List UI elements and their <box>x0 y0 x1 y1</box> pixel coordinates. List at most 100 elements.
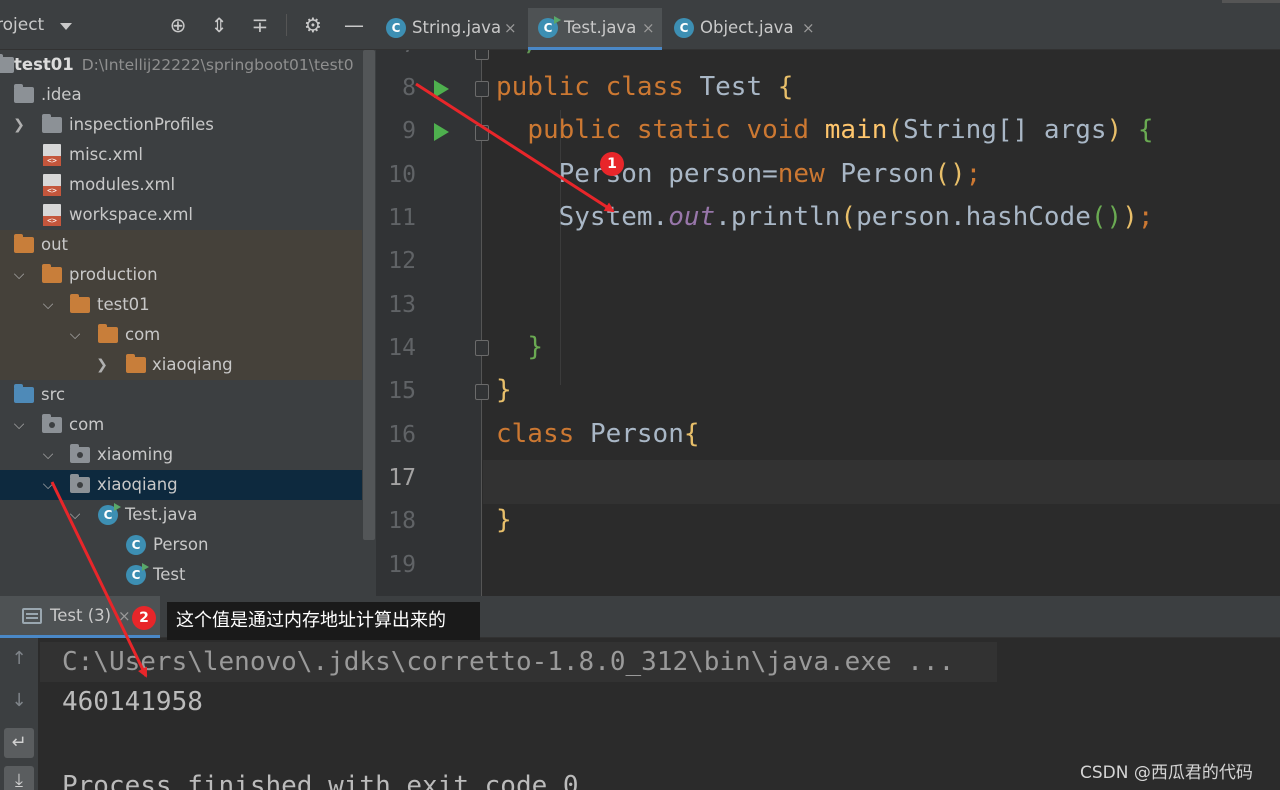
tree-item-com[interactable]: ⌵ com <box>0 410 362 440</box>
annotation-tooltip: 这个值是通过内存地址计算出来的 <box>167 602 480 640</box>
chevron-down-icon[interactable]: ⌵ <box>11 260 27 290</box>
chevron-down-icon[interactable]: ⌵ <box>40 470 56 500</box>
header-divider <box>286 14 287 36</box>
minimize-icon[interactable]: — <box>342 13 366 37</box>
tree-item-inspectionprofiles[interactable]: ❯ inspectionProfiles <box>0 110 362 140</box>
semicolon: ; <box>965 159 982 189</box>
tree-item-xiaoqiang-output[interactable]: ❯ xiaoqiang <box>0 350 362 380</box>
folder-icon <box>42 114 62 133</box>
method-name: main <box>824 115 888 145</box>
chevron-down-icon[interactable]: ⌵ <box>67 500 83 530</box>
tree-item-test01-module[interactable]: test01 D:\Intellij22222\springboot01\test… <box>0 50 362 80</box>
semicolon: ; <box>1137 202 1154 232</box>
project-view-dropdown-icon[interactable] <box>60 23 72 30</box>
tree-scrollbar-thumb[interactable] <box>363 50 375 540</box>
tab-object-java[interactable]: C Object.java × <box>664 8 822 50</box>
java-class-icon: C <box>98 503 121 525</box>
chevron-down-icon[interactable]: ⌵ <box>40 440 56 470</box>
tree-item-label: xiaoming <box>97 445 174 464</box>
tree-item-test-class[interactable]: C Test <box>0 560 362 590</box>
tree-item-out[interactable]: out <box>0 230 362 260</box>
paren: () <box>1090 202 1123 232</box>
tree-item-workspace-xml[interactable]: workspace.xml <box>0 200 362 230</box>
package-icon <box>70 474 90 493</box>
collapse-all-icon[interactable]: ∓ <box>248 13 272 37</box>
tree-item-label: out <box>41 235 69 254</box>
locate-icon[interactable]: ⊕ <box>166 13 190 37</box>
xml-file-icon <box>43 144 61 166</box>
expand-all-icon[interactable]: ⇕ <box>207 13 231 37</box>
chevron-right-icon[interactable]: ❯ <box>94 350 110 380</box>
chevron-right-icon[interactable]: ❯ <box>11 110 27 140</box>
fold-marker-icon[interactable] <box>475 340 489 356</box>
line-number: 9 <box>402 118 416 144</box>
tree-item-production[interactable]: ⌵ production <box>0 260 362 290</box>
tab-test-java[interactable]: C Test.java × <box>528 8 662 50</box>
excluded-folder-icon <box>14 234 34 253</box>
run-tab-label: Test (3) <box>50 606 112 625</box>
java-class-icon: C <box>674 18 694 38</box>
tree-item-label: Person <box>153 535 209 554</box>
soft-wrap-icon[interactable]: ↵ <box>4 728 34 758</box>
code-line-11: System.out.println(person.hashCode()); <box>496 202 1154 232</box>
code-editor[interactable]: 7 8 9 10 11 12 13 14 15 16 17 18 19 */ p… <box>376 50 1280 596</box>
argument: person.hashCode <box>856 202 1091 232</box>
tree-item-person-class[interactable]: C Person <box>0 530 362 560</box>
gear-icon[interactable]: ⚙ <box>301 13 325 37</box>
tree-item-label: xiaoqiang <box>152 355 233 374</box>
tree-item-com-output[interactable]: ⌵ com <box>0 320 362 350</box>
close-icon[interactable]: × <box>118 596 131 636</box>
tab-label: String.java <box>412 18 502 37</box>
class-name: Test <box>699 72 763 102</box>
annotation-badge-2: 2 <box>132 606 156 630</box>
annotation-badge-1: 1 <box>600 152 624 176</box>
close-icon[interactable]: × <box>504 8 517 48</box>
method-call: .println <box>715 202 841 232</box>
tree-item-modules-xml[interactable]: modules.xml <box>0 170 362 200</box>
brace: { <box>777 72 794 102</box>
close-icon[interactable]: × <box>642 8 655 48</box>
chevron-down-icon[interactable]: ⌵ <box>67 320 83 350</box>
fold-marker-icon[interactable] <box>475 125 489 141</box>
scroll-to-end-icon[interactable]: ⤓ <box>4 766 34 790</box>
line-number: 7 <box>376 50 416 58</box>
close-icon[interactable]: × <box>802 8 815 48</box>
class-name: Person <box>589 419 684 449</box>
package-icon <box>42 414 62 433</box>
tree-item-test-java[interactable]: ⌵ C Test.java <box>0 500 362 530</box>
static-field: out <box>668 202 716 232</box>
tab-strip-edge <box>1222 0 1280 3</box>
constructor: Person <box>840 159 935 189</box>
chevron-down-icon[interactable]: ⌵ <box>40 290 56 320</box>
fold-marker-icon[interactable] <box>475 384 489 400</box>
brace: { <box>1137 115 1154 145</box>
tree-item-xiaoqiang[interactable]: ⌵ xiaoqiang <box>0 470 362 500</box>
tree-item-src[interactable]: src <box>0 380 362 410</box>
up-arrow-icon[interactable]: ↑ <box>4 644 34 674</box>
java-class-icon: C <box>386 18 406 38</box>
tab-label: Test.java <box>564 18 637 37</box>
tree-item-label: Test.java <box>125 505 198 524</box>
fold-marker-icon[interactable] <box>475 50 489 60</box>
tree-item-idea[interactable]: .idea <box>0 80 362 110</box>
tree-item-label: Test <box>153 565 186 584</box>
package-icon <box>70 444 90 463</box>
folder-icon <box>14 84 34 103</box>
run-class-icon[interactable] <box>434 80 449 98</box>
fold-marker-icon[interactable] <box>475 81 489 97</box>
keyword: public class <box>496 72 684 102</box>
line-number: 12 <box>388 248 416 274</box>
project-panel-title[interactable]: roject <box>0 15 44 35</box>
tree-item-test01-output[interactable]: ⌵ test01 <box>0 290 362 320</box>
run-main-icon[interactable] <box>434 123 449 141</box>
code-line-14: } <box>496 332 543 362</box>
line-number: 8 <box>402 75 416 101</box>
tree-item-xiaoming[interactable]: ⌵ xiaoming <box>0 440 362 470</box>
tree-item-misc-xml[interactable]: misc.xml <box>0 140 362 170</box>
down-arrow-icon[interactable]: ↓ <box>4 686 34 716</box>
watermark: CSDN @西瓜君的代码 <box>1080 763 1253 783</box>
chevron-down-icon[interactable]: ⌵ <box>11 410 27 440</box>
tab-string-java[interactable]: C String.java × <box>376 8 526 50</box>
declaration: Person person= <box>558 159 778 189</box>
excluded-folder-icon <box>126 354 146 373</box>
